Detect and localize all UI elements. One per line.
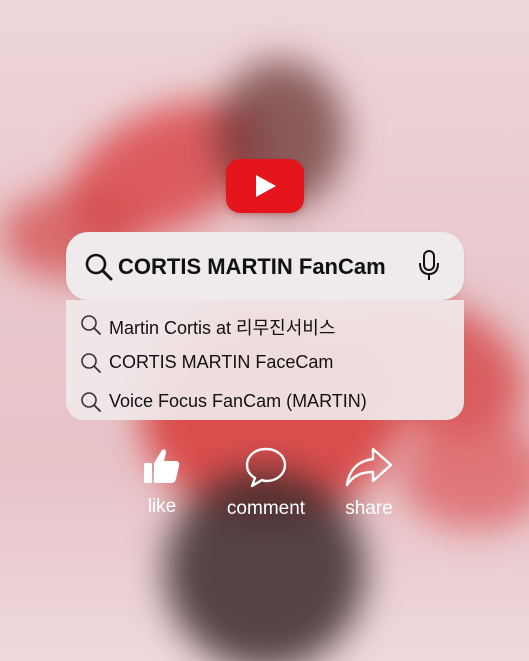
suggestion-item[interactable]: Voice Focus FanCam (MARTIN) [66,382,464,418]
thumbs-up-icon [144,449,180,483]
suggestion-item[interactable]: CORTIS MARTIN FaceCam [66,343,464,379]
comment-label: comment [226,498,306,519]
share-arrow-icon [345,447,393,487]
search-suggestions-list: Martin Cortis at 리무진서비스 CORTIS MARTIN Fa… [66,300,464,420]
suggestion-label: Martin Cortis at 리무진서비스 [109,318,336,338]
mic-icon[interactable] [418,250,440,282]
speech-bubble-icon [245,447,287,488]
search-icon [81,353,101,373]
like-button[interactable]: like [136,445,188,518]
share-label: share [345,498,393,519]
suggestion-label: CORTIS MARTIN FaceCam [109,352,334,372]
search-bar[interactable]: CORTIS MARTIN FanCam [66,232,464,300]
youtube-play-icon [256,175,276,197]
like-label: like [147,496,177,517]
share-button[interactable]: share [339,443,399,520]
search-icon [81,315,101,335]
post-canvas: CORTIS MARTIN FanCam Martin Cortis at 리무… [0,0,529,661]
suggestion-label: Voice Focus FanCam (MARTIN) [109,391,367,411]
search-icon [85,253,113,281]
search-query-text[interactable]: CORTIS MARTIN FanCam [118,254,386,280]
youtube-logo-button[interactable] [226,159,304,213]
search-icon [81,392,101,412]
suggestion-item[interactable]: Martin Cortis at 리무진서비스 [66,305,464,341]
comment-button[interactable]: comment [218,445,314,520]
